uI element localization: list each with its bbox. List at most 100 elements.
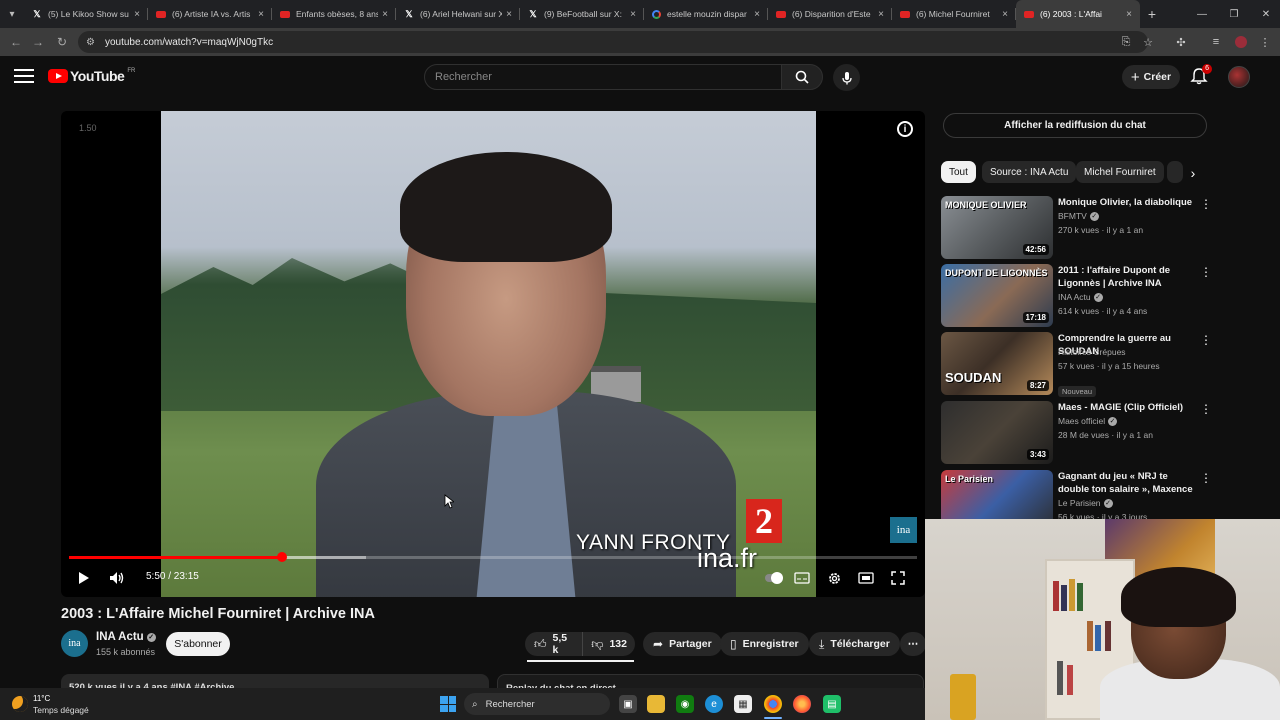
thumbnail[interactable]: SOUDAN 8:27 <box>941 332 1053 395</box>
voice-search-button[interactable] <box>833 64 860 91</box>
download-button[interactable]: ⤓ Télécharger <box>809 632 900 656</box>
tab-close-icon[interactable]: × <box>258 9 264 20</box>
browser-tab[interactable]: (6) Disparition d'Este × <box>768 0 892 28</box>
bookmark-star-icon[interactable]: ☆ <box>1139 33 1157 51</box>
video-frame[interactable] <box>161 111 816 597</box>
recommendation-title[interactable]: Monique Olivier, la diabolique <box>1058 196 1198 209</box>
recommendation-title[interactable]: 2011 : l'affaire Dupont de Ligonnès | Ar… <box>1058 264 1198 290</box>
notifications-button[interactable]: 6 <box>1190 64 1212 87</box>
file-explorer-icon[interactable] <box>647 695 665 713</box>
browser-tab[interactable]: 𝕏 (5) Le Kikoo Show su × <box>24 0 148 28</box>
recommendation-channel[interactable]: INA Actu ✓ <box>1058 291 1203 303</box>
browser-tab[interactable]: estelle mouzin dispar × <box>644 0 768 28</box>
browser-tab[interactable]: 𝕏 (9) BeFootball sur X: × <box>520 0 644 28</box>
thumbnail[interactable]: DUPONT DE LIGONNÈS 17:18 <box>941 264 1053 327</box>
more-vertical-icon[interactable]: ⋮ <box>1200 471 1212 485</box>
subtitles-button[interactable] <box>791 569 813 587</box>
recommendation-channel[interactable]: BFMTV ✓ <box>1058 210 1203 222</box>
browser-tab[interactable]: (6) 2003 : L'Affai × <box>1016 0 1140 28</box>
more-actions-button[interactable]: ⋯ <box>900 632 926 656</box>
recommendation-item[interactable]: MONIQUE OLIVIER 42:56 Monique Olivier, la … <box>941 196 1216 260</box>
chip-michel-fourniret[interactable]: Michel Fourniret <box>1076 161 1164 183</box>
dislike-button[interactable]: 👎︎ 132 <box>583 632 635 656</box>
video-player[interactable]: 1.50 YANN FRONTY 2 ina.fr i ina 5:50 / 2… <box>61 111 925 597</box>
show-chat-replay-button[interactable]: Afficher la rediffusion du chat <box>943 113 1207 138</box>
tab-close-icon[interactable]: × <box>134 9 140 20</box>
chip-source-ina[interactable]: Source : INA Actu <box>982 161 1077 183</box>
close-window-icon[interactable]: ✕ <box>1250 0 1280 28</box>
search-button[interactable] <box>781 64 823 90</box>
play-button[interactable] <box>73 569 95 587</box>
app-icon[interactable]: ▤ <box>823 695 841 713</box>
thumbnail[interactable]: MONIQUE OLIVIER 42:56 <box>941 196 1053 259</box>
tab-close-icon[interactable]: × <box>1002 9 1008 20</box>
recommendation-title[interactable]: Maes - MAGIE (Clip Officiel) <box>1058 401 1198 414</box>
create-button[interactable]: + Créer <box>1122 65 1180 89</box>
browser-tab[interactable]: (6) Artiste IA vs. Artis × <box>148 0 272 28</box>
edge-icon[interactable]: e <box>705 695 723 713</box>
channel-name[interactable]: INA Actu ✓ <box>96 631 156 643</box>
save-button[interactable]: ▯ Enregistrer <box>720 632 809 656</box>
theater-mode-button[interactable] <box>855 569 877 587</box>
like-button[interactable]: 👍︎ 5,5 k <box>525 632 584 656</box>
tab-close-icon[interactable]: × <box>754 9 760 20</box>
taskbar-search[interactable]: ⌕ Rechercher <box>464 693 610 715</box>
tab-close-icon[interactable]: × <box>506 9 512 20</box>
share-button[interactable]: ➦ Partager <box>643 632 722 656</box>
extensions-icon[interactable]: ✣ <box>1172 33 1190 51</box>
more-vertical-icon[interactable]: ⋮ <box>1200 265 1212 279</box>
account-avatar[interactable] <box>1228 66 1250 88</box>
weather-description[interactable]: Temps dégagé <box>33 705 89 715</box>
more-vertical-icon[interactable]: ⋮ <box>1200 333 1212 347</box>
weather-moon-icon[interactable] <box>12 696 28 712</box>
reload-icon[interactable]: ↻ <box>52 32 72 52</box>
task-view-icon[interactable]: ▣ <box>619 695 637 713</box>
restore-icon[interactable]: ❐ <box>1218 0 1250 28</box>
mute-button[interactable] <box>106 569 128 587</box>
ina-channel-badge[interactable]: ina <box>890 517 917 543</box>
progress-scrubber[interactable] <box>276 552 287 562</box>
youtube-logo[interactable]: YouTube FR <box>48 68 135 84</box>
fullscreen-button[interactable] <box>887 569 909 587</box>
more-vertical-icon[interactable]: ⋮ <box>1200 402 1212 416</box>
install-app-icon[interactable]: ⎘ <box>1117 33 1135 51</box>
recommendation-item[interactable]: SOUDAN 8:27 Comprendre la guerre au SOUDAN… <box>941 332 1216 397</box>
search-box[interactable] <box>424 64 782 90</box>
xbox-icon[interactable]: ◉ <box>676 695 694 713</box>
windows-start-icon[interactable] <box>440 696 456 712</box>
progress-bar[interactable] <box>69 552 917 562</box>
browser-menu-icon[interactable]: ⋮ <box>1256 33 1274 51</box>
chrome-icon[interactable] <box>764 695 782 713</box>
guide-menu-icon[interactable] <box>14 69 34 85</box>
recommendation-title[interactable]: Gagnant du jeu « NRJ te double ton salai… <box>1058 470 1198 496</box>
browser-tab[interactable]: (6) Michel Fourniret × <box>892 0 1016 28</box>
more-vertical-icon[interactable]: ⋮ <box>1200 197 1212 211</box>
channel-avatar[interactable]: ina <box>61 630 88 657</box>
weather-temperature[interactable]: 11°C <box>33 694 50 703</box>
forward-icon[interactable]: → <box>28 32 48 52</box>
profile-icon[interactable] <box>1232 33 1250 51</box>
thumbnail[interactable]: 3:43 <box>941 401 1053 464</box>
tab-close-icon[interactable]: × <box>1126 9 1132 20</box>
site-info-icon[interactable]: ⚙ <box>86 37 95 48</box>
settings-button[interactable] <box>823 569 845 587</box>
address-bar[interactable]: ⚙ youtube.com/watch?v=maqWjN0gTkc <box>78 31 1148 53</box>
store-icon[interactable]: ▦ <box>734 695 752 713</box>
tab-close-icon[interactable]: × <box>878 9 884 20</box>
browser-tab[interactable]: 𝕏 (6) Ariel Helwani sur X × <box>396 0 520 28</box>
recommendation-channel[interactable]: Le Parisien ✓ <box>1058 497 1203 509</box>
chevron-right-icon[interactable]: › <box>1184 164 1202 182</box>
tab-close-icon[interactable]: × <box>382 9 388 20</box>
recommendation-channel[interactable]: Maes officiel ✓ <box>1058 415 1203 427</box>
back-icon[interactable]: ← <box>6 32 26 52</box>
new-tab-button[interactable]: + <box>1140 6 1164 22</box>
tab-search-icon[interactable]: ▾ <box>0 0 24 28</box>
chip-all[interactable]: Tout <box>941 161 976 183</box>
tab-close-icon[interactable]: × <box>630 9 636 20</box>
minimize-icon[interactable]: — <box>1186 0 1218 28</box>
search-input[interactable] <box>425 65 781 89</box>
info-icon[interactable]: i <box>897 121 913 137</box>
recommendation-channel[interactable]: Histoires Crépues <box>1058 346 1203 358</box>
recommendation-item[interactable]: DUPONT DE LIGONNÈS 17:18 2011 : l'affaire … <box>941 264 1216 328</box>
recommendation-item[interactable]: 3:43 Maes - MAGIE (Clip Officiel) Maes off… <box>941 401 1216 465</box>
